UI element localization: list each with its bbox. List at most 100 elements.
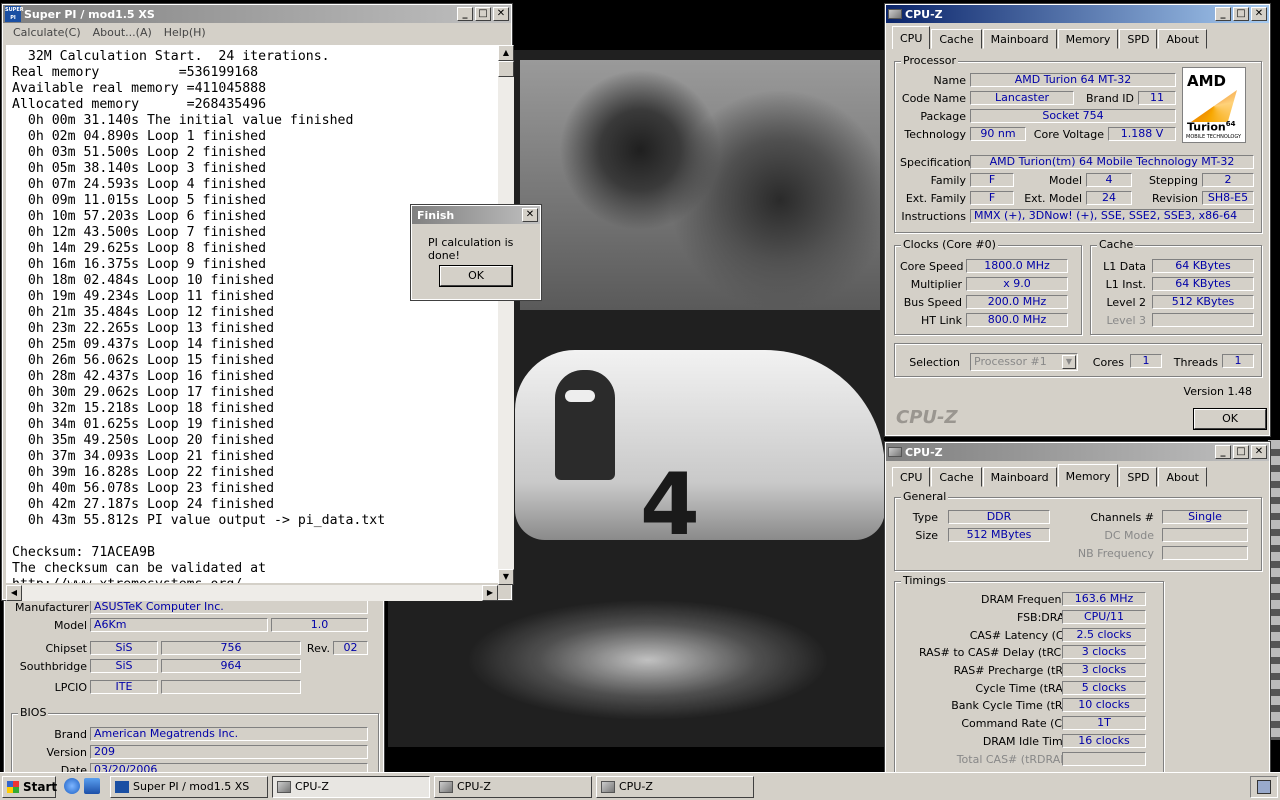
finish-dialog[interactable]: Finish ✕ PI calculation is done! OK (410, 204, 542, 301)
scroll-right-button[interactable]: ▶ (482, 585, 498, 601)
taskbar-item-cpuz-2[interactable]: CPU-Z (434, 776, 592, 798)
taskbar-item-superpi[interactable]: Super PI / mod1.5 XS (110, 776, 268, 798)
taskbar-item-label: CPU-Z (457, 780, 491, 793)
turion-wordmark: Turion64 (1187, 120, 1236, 134)
level2-label: Level 2 (1106, 296, 1146, 309)
tab-about[interactable]: About (1158, 29, 1207, 49)
menu-calculate[interactable]: Calculate(C) (7, 26, 87, 39)
superpi-window[interactable]: SUPER PI Super PI / mod1.5 XS _ □ ✕ Calc… (1, 3, 514, 601)
model-label: Model (1048, 174, 1082, 187)
superpi-menubar: Calculate(C) About...(A) Help(H) (3, 23, 511, 41)
rc-label: Bank Cycle Time (tRC) (951, 699, 1074, 712)
output-line: Checksum: 71ACEA9B (12, 545, 155, 560)
minimize-button[interactable]: _ (457, 7, 473, 21)
technology-value: 90 nm (970, 127, 1026, 141)
total-cas-label: Total CAS# (tRDRAM) (956, 753, 1074, 766)
taskbar-item-cpuz-3[interactable]: CPU-Z (596, 776, 754, 798)
close-button[interactable]: ✕ (1251, 445, 1267, 459)
cores-label: Cores (1092, 356, 1124, 369)
model-value: 4 (1086, 173, 1132, 187)
package-value: Socket 754 (970, 109, 1176, 123)
scroll-thumb[interactable] (498, 61, 514, 77)
scroll-left-button[interactable]: ◀ (6, 585, 22, 601)
tab-cache[interactable]: Cache (931, 29, 982, 49)
cpuz-titlebar[interactable]: CPU-Z _ □ ✕ (886, 5, 1269, 23)
network-icon[interactable] (1257, 780, 1271, 794)
scroll-up-button[interactable]: ▲ (498, 45, 514, 61)
horizontal-scrollbar[interactable]: ◀ ▶ (6, 585, 498, 601)
superpi-icon (115, 781, 129, 793)
vertical-scrollbar[interactable]: ▲ ▼ (498, 45, 514, 585)
bios-brand-value: American Megatrends Inc. (90, 727, 368, 741)
turion-swoosh-icon (1191, 90, 1237, 122)
brandid-label: Brand ID (1086, 92, 1134, 105)
tab-mainboard[interactable]: Mainboard (982, 29, 1057, 49)
close-button[interactable]: ✕ (522, 208, 538, 222)
lpcio-id (161, 680, 301, 694)
tab-spd[interactable]: SPD (1119, 467, 1158, 487)
cpuz-title: CPU-Z (905, 7, 943, 21)
menu-help[interactable]: Help(H) (158, 26, 212, 39)
wallpaper-driver (555, 370, 615, 480)
tab-memory[interactable]: Memory (1057, 464, 1119, 487)
desktop-icon[interactable] (84, 778, 100, 794)
technology-label: Technology (904, 128, 966, 141)
instructions-label: Instructions (901, 210, 966, 223)
rp-label: RAS# Precharge (tRP) (953, 664, 1074, 677)
close-button[interactable]: ✕ (493, 7, 509, 21)
cpuz-memory-titlebar[interactable]: CPU-Z _ □ ✕ (886, 443, 1269, 461)
extmodel-label: Ext. Model (1024, 192, 1082, 205)
tab-mainboard[interactable]: Mainboard (982, 467, 1057, 487)
codename-value: Lancaster (970, 91, 1074, 105)
cpuz-cpu-window[interactable]: CPU-Z _ □ ✕ CPU Cache Mainboard Memory S… (884, 3, 1271, 437)
spec-label: Specification (900, 156, 971, 169)
minimize-button[interactable]: _ (1215, 445, 1231, 459)
cpuz-mainboard-window: Manufacturer ASUSTeK Computer Inc. Model… (3, 589, 385, 783)
cpuz-brand-label: CPU-Z (896, 407, 958, 428)
fsb-dram-label: FSB:DRAM (1016, 611, 1074, 624)
family-label: Family (930, 174, 966, 187)
instructions-value: MMX (+), 3DNow! (+), SSE, SSE2, SSE3, x8… (970, 209, 1254, 223)
family-value: F (970, 173, 1014, 187)
menu-about[interactable]: About...(A) (87, 26, 158, 39)
superpi-titlebar[interactable]: SUPER PI Super PI / mod1.5 XS _ □ ✕ (3, 5, 511, 23)
idle-timer-value: 16 clocks (1062, 734, 1146, 748)
l1inst-label: L1 Inst. (1105, 278, 1146, 291)
cpuz-icon (439, 781, 453, 793)
finish-titlebar[interactable]: Finish ✕ (412, 206, 540, 224)
maximize-button[interactable]: □ (1233, 7, 1249, 21)
maximize-button[interactable]: □ (475, 7, 491, 21)
cpuz-icon (277, 781, 291, 793)
wallpaper-car-number: 4 (640, 455, 700, 555)
output-line: 0h 32m 15.218s Loop 18 finished (12, 401, 275, 416)
tab-cpu[interactable]: CPU (892, 26, 931, 49)
taskbar: Start Super PI / mod1.5 XS CPU-Z CPU-Z C… (0, 772, 1280, 800)
ok-button[interactable]: OK (1193, 408, 1267, 430)
ok-button[interactable]: OK (439, 265, 513, 287)
internet-explorer-icon[interactable] (64, 778, 80, 794)
taskbar-item-cpuz-1[interactable]: CPU-Z (272, 776, 430, 798)
output-line: 0h 35m 49.250s Loop 20 finished (12, 433, 275, 448)
nbfreq-label: NB Frequency (1077, 547, 1154, 560)
close-button[interactable]: ✕ (1251, 7, 1267, 21)
cpuz-memory-window[interactable]: CPU-Z _ □ ✕ CPU Cache Mainboard Memory S… (884, 441, 1271, 781)
tab-about[interactable]: About (1158, 467, 1207, 487)
rev-value: 02 (333, 641, 368, 655)
scroll-down-button[interactable]: ▼ (498, 569, 514, 585)
minimize-button[interactable]: _ (1215, 7, 1231, 21)
tab-spd[interactable]: SPD (1119, 29, 1158, 49)
l1data-value: 64 KBytes (1152, 259, 1254, 273)
chevron-down-icon[interactable]: ▼ (1062, 355, 1076, 369)
southbridge-id: 964 (161, 659, 301, 673)
busspeed-value: 200.0 MHz (966, 295, 1068, 309)
spec-value: AMD Turion(tm) 64 Mobile Technology MT-3… (970, 155, 1254, 169)
maximize-button[interactable]: □ (1233, 445, 1249, 459)
output-line: The checksum can be validated at (12, 561, 267, 576)
tab-memory[interactable]: Memory (1057, 29, 1119, 49)
tab-cache[interactable]: Cache (931, 467, 982, 487)
system-tray (1250, 776, 1278, 798)
output-line: 32M Calculation Start. 24 iterations. (12, 49, 330, 64)
tab-cpu[interactable]: CPU (892, 467, 931, 487)
chipset-label: Chipset (45, 642, 87, 655)
start-button[interactable]: Start (2, 776, 57, 798)
